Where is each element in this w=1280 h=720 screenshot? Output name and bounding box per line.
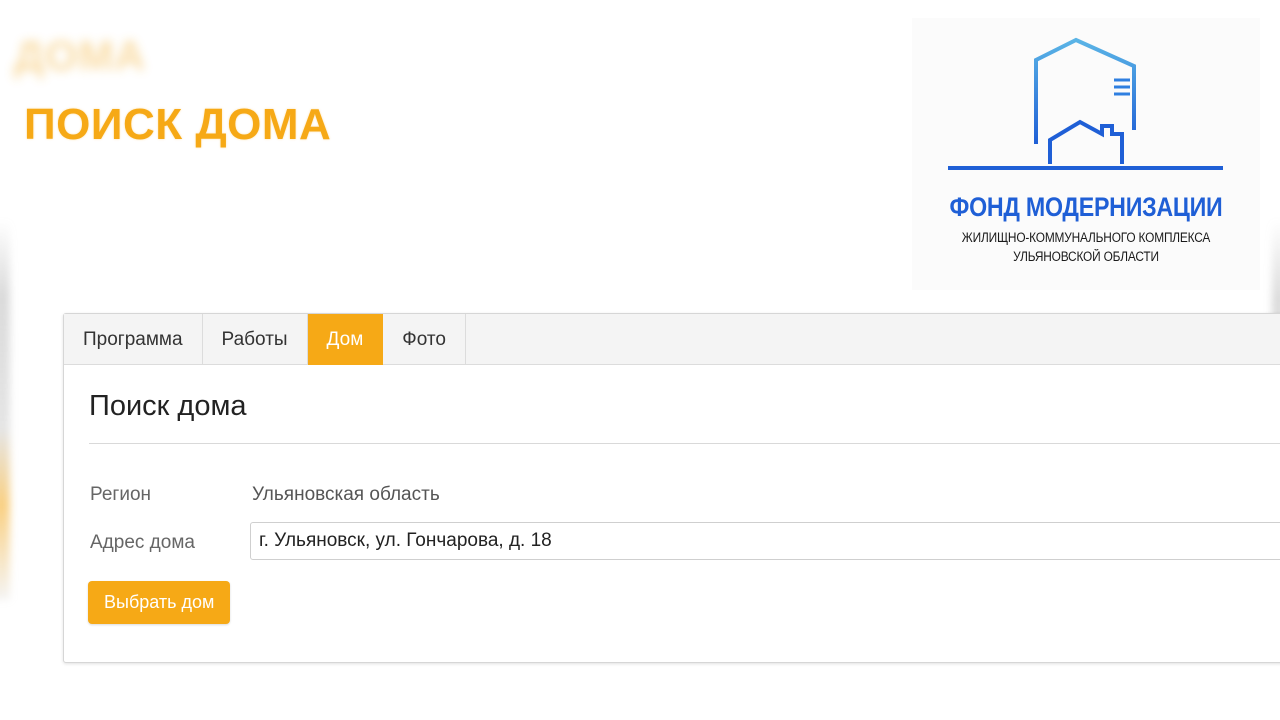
tab-house[interactable]: Дом [307,314,384,365]
logo-name: ФОНД МОДЕРНИЗАЦИИ [949,192,1223,222]
logo-subtitle-line2: УЛЬЯНОВСКОЙ ОБЛАСТИ [1013,249,1159,264]
left-edge-blur [0,220,10,600]
fund-logo: ФОНД МОДЕРНИЗАЦИИ ЖИЛИЩНО-КОММУНАЛЬНОГО … [912,18,1260,290]
logo-subtitle-line1: ЖИЛИЩНО-КОММУНАЛЬНОГО КОМПЛЕКСА [961,230,1211,245]
page: ДОМА ПОИСК ДОМА ФОНД МОДЕРНИЗАЦИИ ЖИЛИЩН… [0,0,1280,720]
page-title: ПОИСК ДОМА [24,100,332,149]
region-value: Ульяновская область [252,484,440,505]
region-label: Регион [90,484,152,505]
divider [89,443,1280,444]
address-input[interactable] [250,522,1280,560]
tab-photo[interactable]: Фото [383,314,466,365]
address-label: Адрес дома [90,532,195,553]
building-logo-icon [948,37,1223,170]
tab-works[interactable]: Работы [203,314,308,365]
select-house-button[interactable]: Выбрать дом [88,581,231,624]
ghost-heading: ДОМА [14,32,146,79]
tab-program[interactable]: Программа [64,314,203,365]
tab-bar: Программа Работы Дом Фото [64,314,1280,365]
search-panel: Программа Работы Дом Фото Поиск дома Рег… [63,313,1280,663]
form-title: Поиск дома [89,390,247,422]
